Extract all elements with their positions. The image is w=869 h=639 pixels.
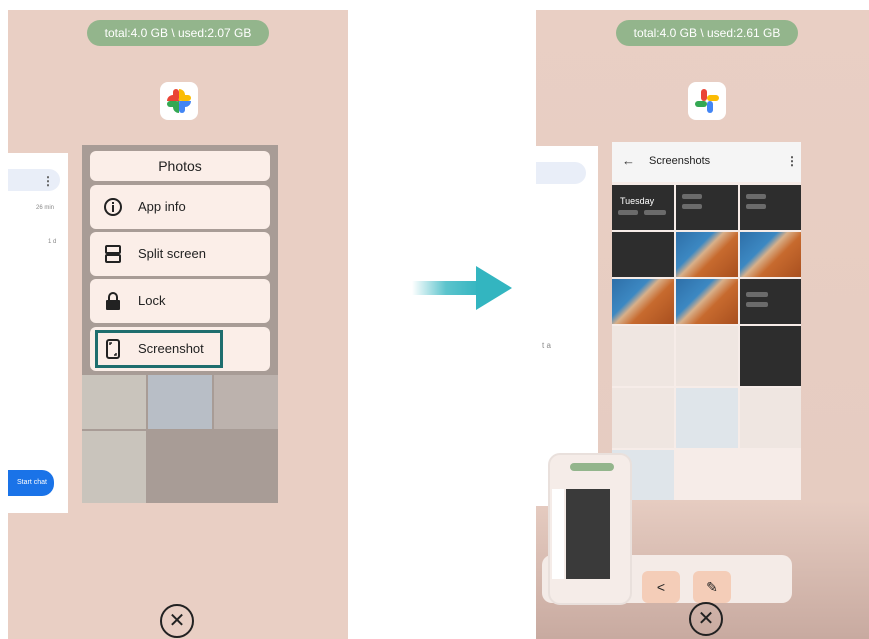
menu-item-label: Split screen — [138, 246, 206, 261]
memory-usage-pill: total:4.0 GB \ used:2.61 GB — [616, 20, 798, 46]
photo-thumbnail[interactable] — [612, 232, 674, 277]
google-photos-pinwheel-icon[interactable] — [688, 82, 726, 120]
time-label: 1 d — [48, 239, 57, 245]
edit-pencil-icon[interactable]: ✎ — [693, 571, 731, 603]
ui-chip — [746, 204, 766, 209]
ui-chip — [682, 204, 702, 209]
photo-thumbnail[interactable] — [612, 279, 674, 324]
menu-item-app-info[interactable]: App info — [90, 185, 270, 229]
photo-thumbnail[interactable] — [676, 388, 738, 448]
more-vert-icon[interactable]: ⋮ — [786, 154, 798, 168]
album-header: ← Screenshots ⋮ — [612, 142, 801, 182]
photo-thumbnail[interactable] — [676, 326, 738, 386]
memory-usage-pill: total:4.0 GB \ used:2.07 GB — [87, 20, 269, 46]
photo-thumbnail — [82, 375, 146, 429]
memory-usage-pill — [570, 463, 614, 471]
photo-thumbnail[interactable] — [612, 326, 674, 386]
photo-thumbnail[interactable] — [740, 232, 801, 277]
screenshot-preview-thumbnail[interactable] — [548, 453, 632, 605]
photo-thumbnail — [148, 375, 212, 429]
ui-chip — [746, 302, 768, 307]
photo-thumbnail[interactable] — [740, 388, 801, 448]
album-title: Screenshots — [649, 155, 711, 167]
menu-item-label: Lock — [138, 293, 166, 308]
left-screen: total:4.0 GB \ used:2.07 GB ⋮ 26 min 1 d… — [8, 10, 348, 639]
start-chat-button[interactable]: Start chat — [8, 470, 54, 496]
photo-grid — [82, 375, 278, 503]
lock-icon — [106, 292, 120, 310]
previous-app-card[interactable]: ⋮ 26 min 1 d Start chat — [8, 153, 68, 513]
photo-thumbnail[interactable] — [676, 232, 738, 277]
photos-app-card — [566, 489, 610, 579]
time-label: 26 min — [36, 205, 55, 211]
close-icon[interactable]: ✕ — [689, 602, 723, 636]
photo-thumbnail — [82, 431, 146, 503]
menu-title: Photos — [90, 151, 270, 181]
menu-item-split-screen[interactable]: Split screen — [90, 232, 270, 276]
previous-app-card — [552, 489, 564, 579]
screenshots-album-card[interactable]: ← Screenshots ⋮ Tuesday — [612, 142, 801, 500]
info-icon — [104, 198, 122, 216]
ui-chip — [682, 194, 702, 199]
close-icon[interactable]: ✕ — [160, 604, 194, 638]
previous-app-card[interactable]: t a ∷ — [536, 146, 598, 582]
date-section-label: Tuesday — [620, 196, 655, 206]
photo-thumbnail[interactable] — [740, 326, 801, 386]
right-arrow-icon — [412, 266, 512, 310]
photo-thumbnail[interactable] — [676, 279, 738, 324]
search-bar — [536, 162, 586, 184]
google-photos-pinwheel-icon[interactable] — [160, 82, 198, 120]
menu-item-label: App info — [138, 199, 186, 214]
photo-thumbnail[interactable] — [612, 388, 674, 448]
more-vert-icon: ⋮ — [42, 174, 54, 188]
ui-chip — [644, 210, 666, 215]
split-screen-icon — [105, 245, 121, 263]
back-arrow-icon[interactable]: ← — [622, 153, 635, 168]
screenshot-highlight-box — [95, 330, 223, 368]
right-screen: total:4.0 GB \ used:2.61 GB t a ∷ ← Scre… — [536, 10, 869, 639]
photo-thumbnail[interactable] — [612, 185, 674, 230]
card-text: t a — [542, 341, 551, 350]
ui-chip — [746, 194, 766, 199]
photo-thumbnail — [214, 375, 278, 429]
ui-chip — [618, 210, 638, 215]
menu-item-lock[interactable]: Lock — [90, 279, 270, 323]
ui-chip — [746, 292, 768, 297]
share-icon[interactable]: < — [642, 571, 680, 603]
